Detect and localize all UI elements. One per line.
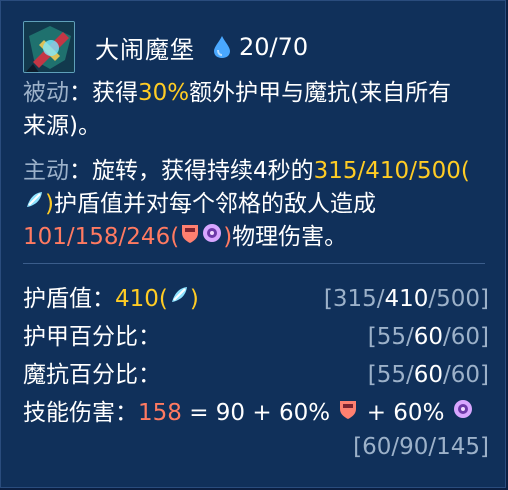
armor-icon	[179, 221, 201, 254]
active-damage-values: 101/158/246	[23, 224, 171, 250]
stat-rank-values: [60/90/145]	[353, 434, 489, 460]
stat-damage-value: 158	[138, 400, 182, 426]
tooltip-header: 大闹魔堡 20/70	[23, 21, 308, 73]
stat-shield: 护盾值：410() [315/410/500]	[23, 283, 489, 316]
shield-power-icon	[23, 188, 45, 221]
stat-open-paren: (	[158, 286, 168, 312]
mana-drop-icon	[214, 36, 230, 58]
stat-formula-a: = 90 + 60%	[181, 400, 338, 426]
section-divider	[23, 263, 485, 264]
stat-damage-rank-row: [60/90/145]	[23, 431, 489, 464]
active-description: 主动：旋转，获得持续4秒的315/410/500()护盾值并对每个邻格的敌人造成…	[23, 155, 470, 254]
armor-icon	[337, 397, 359, 430]
stat-value: 410	[115, 286, 159, 312]
damage-open-paren: (	[170, 224, 180, 250]
active-colon: ：	[69, 158, 92, 184]
stat-label: 护甲百分比：	[23, 324, 161, 350]
skill-name: 大闹魔堡	[95, 35, 195, 64]
stat-skill-damage: 技能伤害：158 = 90 + 60% + 60%	[23, 397, 489, 430]
passive-value: 30%	[138, 80, 190, 106]
stat-label: 魔抗百分比：	[23, 362, 161, 388]
stat-label: 技能伤害：	[23, 400, 138, 426]
active-text-end: 物理伤害。	[232, 224, 348, 250]
stat-formula-b: + 60%	[359, 400, 452, 426]
damage-close-paren: )	[223, 224, 233, 250]
mana-value: 20/70	[239, 33, 309, 61]
passive-text-line2: 来源)。	[23, 113, 101, 139]
skill-icon	[23, 21, 75, 73]
stat-label: 护盾值：	[23, 286, 115, 312]
passive-description: 被动：获得30%额外护甲与魔抗(来自所有来源)。	[23, 77, 451, 143]
shield-power-icon	[168, 283, 190, 316]
stat-armor-percent: 护甲百分比： [55/60/60]	[23, 321, 489, 354]
passive-label: 被动	[23, 80, 69, 106]
active-shield-values: 315/410/500	[313, 158, 461, 184]
mana-cost: 20/70	[213, 33, 308, 61]
active-text-before: 旋转，获得持续4秒的	[92, 158, 314, 184]
active-shield-close-paren: )	[45, 191, 54, 217]
active-shield-open-paren: (	[460, 158, 470, 184]
active-label: 主动	[23, 158, 69, 184]
magic-resist-icon	[201, 221, 223, 254]
ability-tooltip: 大闹魔堡 20/70 被动：获得30%额外护甲与魔抗(来自所有 来源)。 主动：旋…	[0, 0, 506, 488]
stat-rank-values: [55/60/60]	[367, 324, 489, 350]
passive-text-before: 获得	[92, 80, 138, 106]
stat-magic-resist-percent: 魔抗百分比： [55/60/60]	[23, 359, 489, 392]
passive-colon: ：	[69, 80, 92, 106]
passive-text-after: 额外护甲与魔抗(来自所有	[189, 80, 452, 106]
stat-rank-values: [315/410/500]	[323, 286, 489, 312]
active-text-middle: 护盾值并对每个邻格的敌人造成	[53, 191, 376, 217]
stat-rank-values: [55/60/60]	[367, 362, 489, 388]
magic-resist-icon	[452, 397, 474, 430]
stat-close-paren: )	[189, 286, 199, 312]
